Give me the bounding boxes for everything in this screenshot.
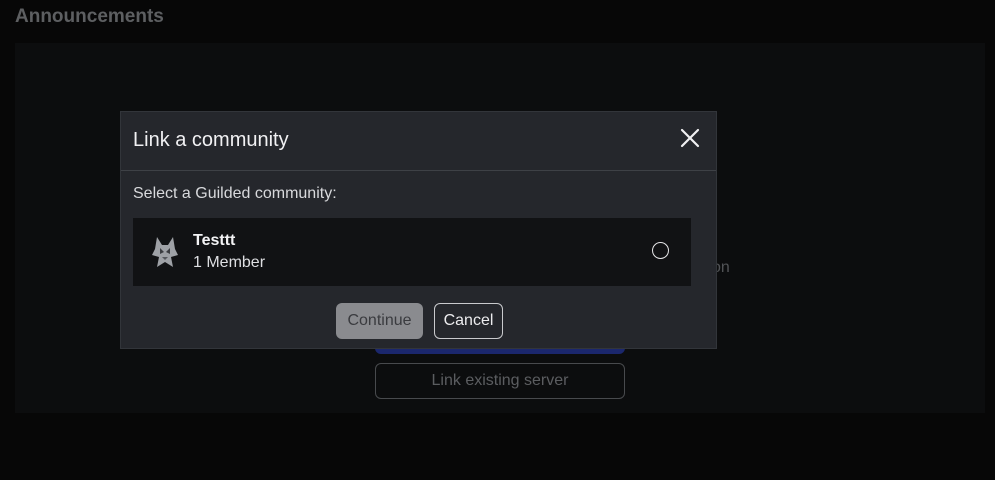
dialog-header: Link a community: [121, 112, 716, 171]
link-community-dialog: Link a community Select a Guilded commun…: [120, 111, 717, 349]
community-member-count: 1 Member: [193, 254, 266, 271]
community-radio-button[interactable]: [652, 242, 669, 259]
dialog-title: Link a community: [133, 129, 289, 151]
continue-button[interactable]: Continue: [336, 303, 423, 339]
community-name: Testtt: [193, 232, 236, 249]
wolf-avatar-icon: [152, 237, 178, 267]
cancel-button[interactable]: Cancel: [434, 303, 503, 339]
select-community-label: Select a Guilded community:: [133, 185, 337, 202]
community-option[interactable]: Testtt 1 Member: [133, 218, 691, 286]
close-icon[interactable]: [678, 126, 702, 150]
